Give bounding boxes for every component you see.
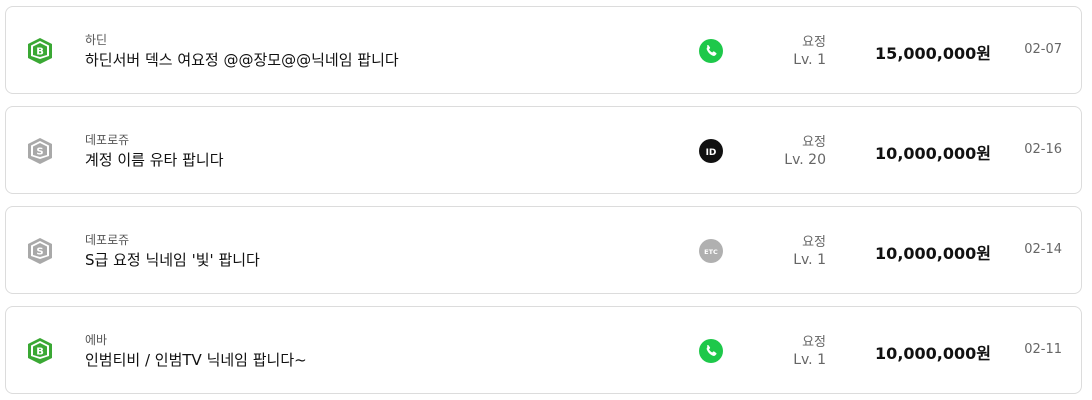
server-name: 하딘: [85, 33, 108, 47]
price: 10,000,000원: [875, 144, 991, 163]
job-class: 요정: [802, 335, 826, 350]
id-icon: ID: [699, 139, 723, 163]
listing-title[interactable]: S급 요정 닉네임 '빛' 팝니다: [85, 249, 260, 270]
server-grade-badge-icon: S: [28, 238, 52, 264]
listing-title[interactable]: 인범티비 / 인범TV 닉네임 팝니다~: [85, 349, 307, 370]
listing-card[interactable]: B 에바 인범티비 / 인범TV 닉네임 팝니다~ 요정 Lv. 1 10,00…: [5, 306, 1082, 394]
price: 10,000,000원: [875, 244, 991, 263]
posted-date: 02-16: [1024, 142, 1062, 157]
badge-letter: B: [36, 347, 44, 358]
price: 15,000,000원: [875, 44, 991, 63]
server-grade-badge-icon: S: [28, 138, 52, 164]
phone-icon: [699, 339, 723, 363]
job-class: 요정: [802, 35, 826, 50]
id-icon-label: ID: [706, 148, 717, 158]
character-level: Lv. 1: [793, 52, 826, 68]
listing-card[interactable]: S 데포로쥬 계정 이름 유타 팝니다 ID 요정 Lv. 20 10,000,…: [5, 106, 1082, 194]
job-class: 요정: [802, 135, 826, 150]
character-level: Lv. 20: [784, 152, 826, 168]
posted-date: 02-07: [1024, 42, 1062, 57]
server-grade-badge-icon: B: [28, 338, 52, 364]
server-grade-badge-icon: B: [28, 38, 52, 64]
character-level: Lv. 1: [793, 352, 826, 368]
price: 10,000,000원: [875, 344, 991, 363]
etc-icon: ETC: [699, 239, 723, 263]
listing-card[interactable]: S 데포로쥬 S급 요정 닉네임 '빛' 팝니다 ETC 요정 Lv. 1 10…: [5, 206, 1082, 294]
phone-icon: [699, 39, 723, 63]
badge-letter: B: [36, 47, 44, 58]
listing-card[interactable]: B 하딘 하딘서버 덱스 여요정 @@장모@@닉네임 팝니다 요정 Lv. 1 …: [5, 6, 1082, 94]
job-class: 요정: [802, 235, 826, 250]
badge-letter: S: [36, 147, 43, 158]
posted-date: 02-14: [1024, 242, 1062, 257]
character-level: Lv. 1: [793, 252, 826, 268]
listing-list: B 하딘 하딘서버 덱스 여요정 @@장모@@닉네임 팝니다 요정 Lv. 1 …: [0, 0, 1092, 400]
server-name: 데포로쥬: [85, 233, 130, 247]
posted-date: 02-11: [1024, 342, 1062, 357]
listing-title[interactable]: 하딘서버 덱스 여요정 @@장모@@닉네임 팝니다: [85, 49, 399, 70]
badge-letter: S: [36, 247, 43, 258]
server-name: 에바: [85, 333, 108, 347]
listing-title[interactable]: 계정 이름 유타 팝니다: [85, 149, 224, 170]
server-name: 데포로쥬: [85, 133, 130, 147]
etc-icon-label: ETC: [704, 248, 718, 256]
